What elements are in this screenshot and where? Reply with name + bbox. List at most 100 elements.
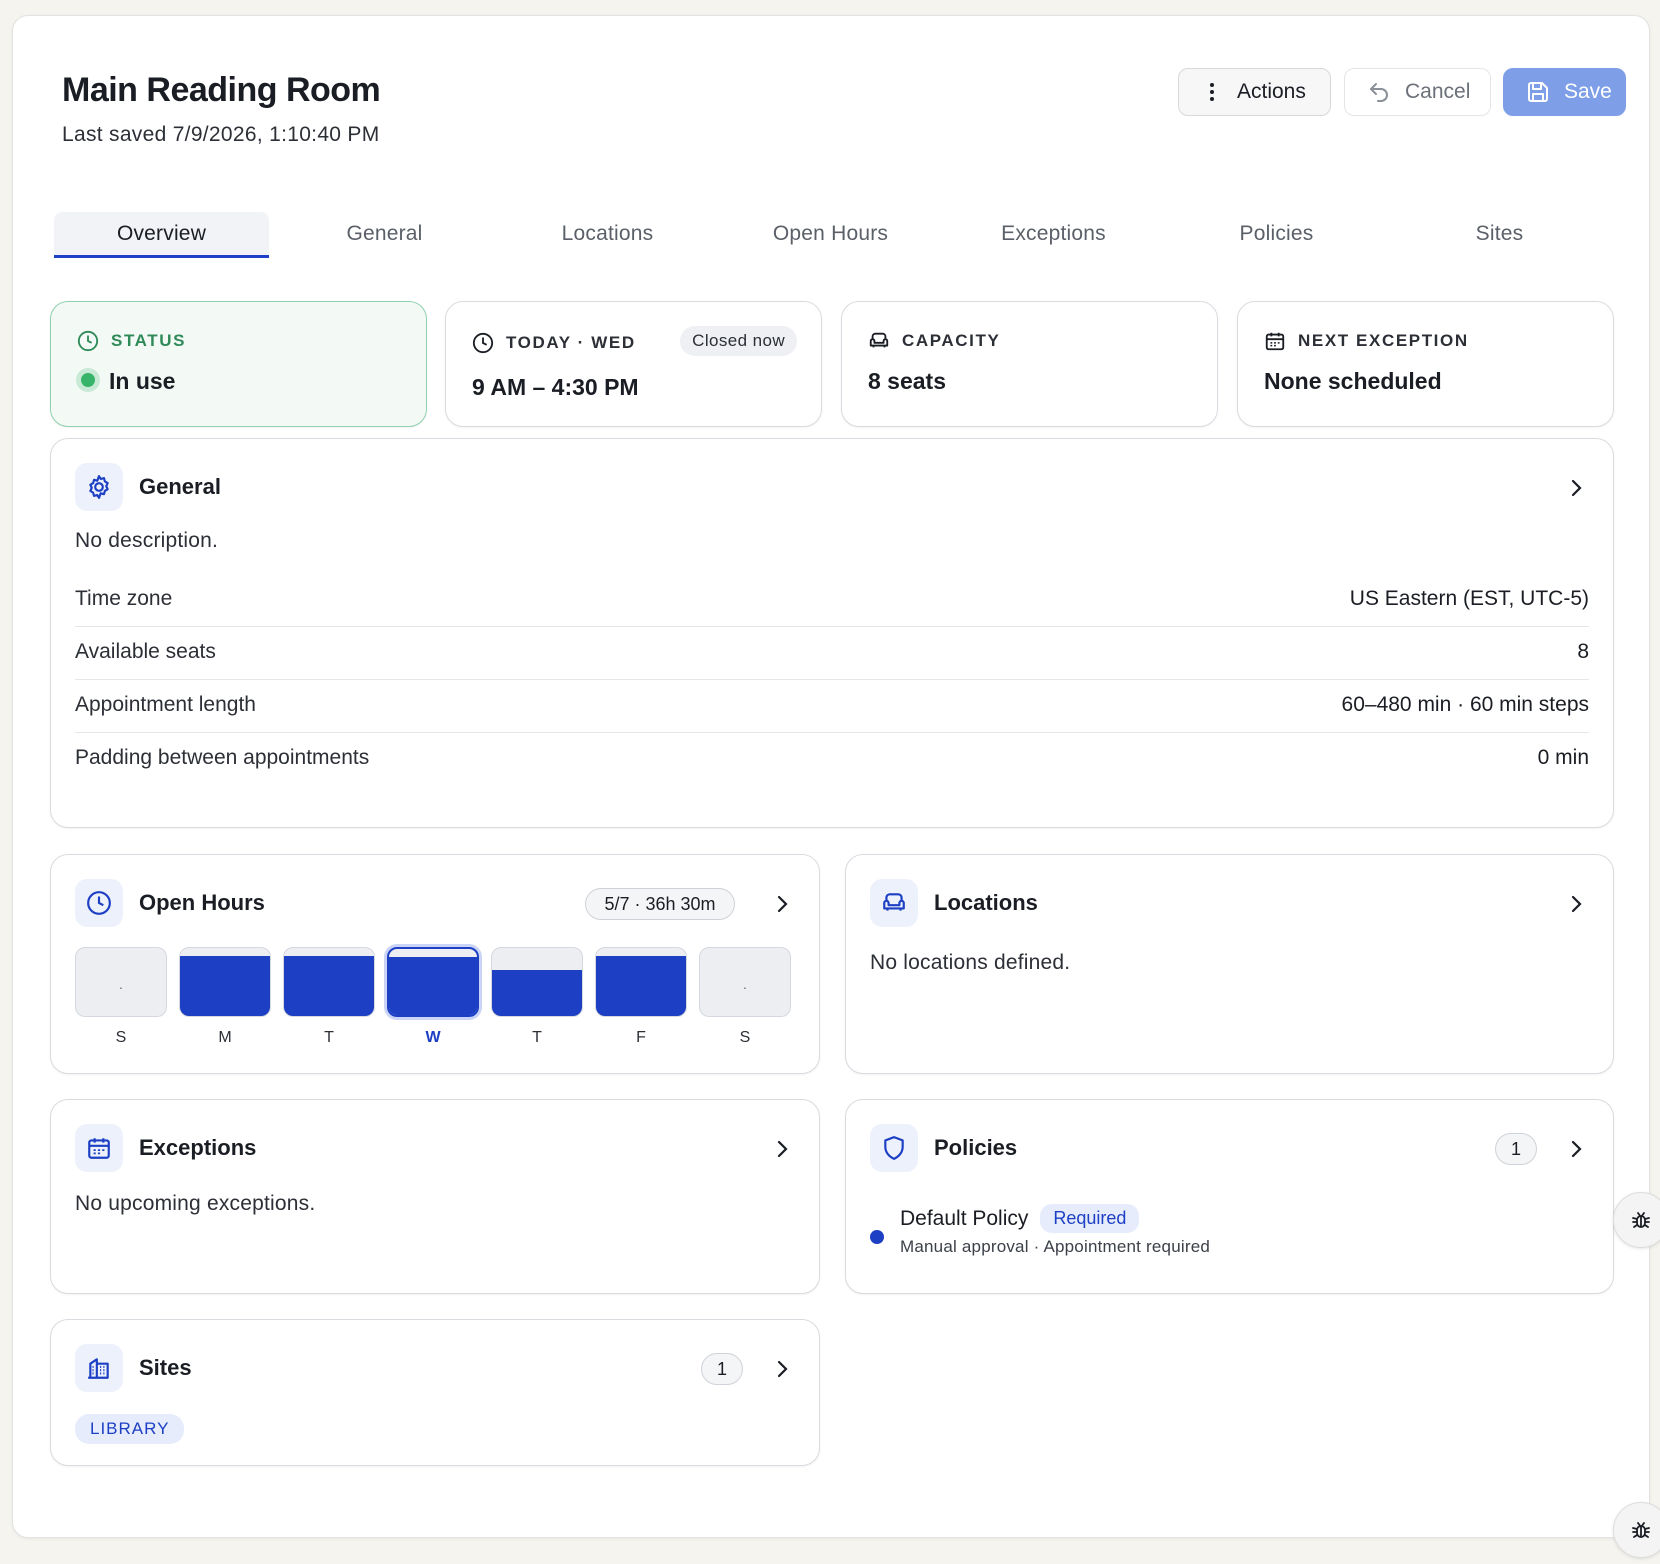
chevron-right-icon[interactable] xyxy=(775,893,789,915)
status-dot-icon xyxy=(81,373,95,387)
chevron-right-icon[interactable] xyxy=(775,1138,789,1160)
exceptions-empty-text: No upcoming exceptions. xyxy=(75,1192,316,1215)
clock-icon xyxy=(77,330,99,352)
policy-item[interactable]: Default Policy Required Manual approval … xyxy=(870,1204,1210,1257)
cancel-label: Cancel xyxy=(1405,80,1471,103)
day-hours-bar xyxy=(595,947,687,1017)
exceptions-title: Exceptions xyxy=(139,1135,257,1160)
next-exception-value: None scheduled xyxy=(1264,368,1442,394)
day-column[interactable]: W xyxy=(387,947,479,1047)
page-title: Main Reading Room xyxy=(62,71,381,109)
day-letter: S xyxy=(739,1029,751,1046)
chevron-right-icon[interactable] xyxy=(1569,477,1583,499)
general-title: General xyxy=(139,474,221,499)
day-hours-bar xyxy=(387,947,479,1017)
undo-icon xyxy=(1370,83,1388,102)
day-closed-mark: . xyxy=(743,976,747,992)
today-label: TODAY · WED xyxy=(506,333,636,352)
save-button[interactable]: Save xyxy=(1503,68,1626,116)
exceptions-section[interactable]: Exceptions No upcoming exceptions. xyxy=(50,1099,820,1294)
tab-overview[interactable]: Overview xyxy=(54,212,269,258)
status-label: STATUS xyxy=(111,331,187,350)
day-hours-fill xyxy=(180,956,270,1016)
day-column[interactable]: T xyxy=(491,947,583,1047)
day-hours-bar: . xyxy=(75,947,167,1017)
policy-meta: Manual approval · Appointment required xyxy=(900,1237,1211,1256)
more-vertical-icon xyxy=(1210,83,1214,101)
tab-open-hours[interactable]: Open Hours xyxy=(719,212,942,258)
locations-title: Locations xyxy=(934,890,1038,915)
tab-bar: Overview General Locations Open Hours Ex… xyxy=(50,212,1614,258)
day-column[interactable]: M xyxy=(179,947,271,1047)
general-description: No description. xyxy=(75,529,219,552)
clock-icon xyxy=(472,332,494,354)
general-row: Time zone US Eastern (EST, UTC-5) xyxy=(75,571,1589,627)
day-hours-fill xyxy=(492,969,582,1016)
bug-icon xyxy=(1632,1522,1650,1538)
open-hours-summary-badge: 5/7 · 36h 30m xyxy=(585,888,735,920)
day-letter: T xyxy=(532,1029,542,1046)
tab-exceptions[interactable]: Exceptions xyxy=(942,212,1165,258)
open-hours-title: Open Hours xyxy=(139,890,265,915)
policies-section[interactable]: Policies 1 Default Policy Required Manua… xyxy=(845,1099,1614,1294)
general-section[interactable]: General No description. Time zone US East… xyxy=(50,438,1614,828)
day-closed-mark: . xyxy=(119,976,123,992)
armchair-icon xyxy=(883,893,905,911)
day-letter: T xyxy=(324,1029,334,1046)
chevron-right-icon[interactable] xyxy=(775,1358,789,1380)
tab-locations[interactable]: Locations xyxy=(496,212,719,258)
day-hours-fill xyxy=(596,956,686,1016)
policy-dot-icon xyxy=(870,1230,884,1244)
cancel-button[interactable]: Cancel xyxy=(1344,68,1491,116)
status-card: STATUS In use xyxy=(50,301,427,427)
general-row: Padding between appointments 0 min xyxy=(75,746,1589,769)
calendar-icon xyxy=(88,1138,110,1159)
day-letter: S xyxy=(115,1029,127,1046)
policies-title: Policies xyxy=(934,1135,1018,1160)
next-exception-card: NEXT EXCEPTION None scheduled xyxy=(1237,301,1614,427)
sites-section[interactable]: Sites 1 LIBRARY xyxy=(50,1319,820,1466)
save-label: Save xyxy=(1564,80,1612,103)
debug-bug-button[interactable] xyxy=(1613,1502,1660,1558)
policies-count-badge: 1 xyxy=(1495,1133,1537,1165)
day-hours-fill xyxy=(284,956,374,1016)
locations-section[interactable]: Locations No locations defined. xyxy=(845,854,1614,1074)
open-hours-section[interactable]: Open Hours 5/7 · 36h 30m .SMTWTF.S xyxy=(50,854,820,1074)
main-window: Main Reading Room Last saved 7/9/2026, 1… xyxy=(12,15,1650,1538)
actions-button[interactable]: Actions xyxy=(1178,68,1331,116)
week-strip: .SMTWTF.S xyxy=(75,947,791,1047)
tab-sites[interactable]: Sites xyxy=(1388,212,1611,258)
capacity-card: CAPACITY 8 seats xyxy=(841,301,1218,427)
actions-label: Actions xyxy=(1237,80,1306,103)
sites-count-badge: 1 xyxy=(701,1353,743,1385)
day-hours-fill xyxy=(389,956,477,1015)
chevron-right-icon[interactable] xyxy=(1569,1138,1583,1160)
day-column[interactable]: .S xyxy=(699,947,791,1047)
day-hours-bar: . xyxy=(699,947,791,1017)
day-letter: W xyxy=(425,1029,441,1046)
day-hours-bar xyxy=(179,947,271,1017)
sites-title: Sites xyxy=(139,1355,192,1380)
day-column[interactable]: T xyxy=(283,947,375,1047)
clock-icon xyxy=(87,891,111,915)
tab-policies[interactable]: Policies xyxy=(1165,212,1388,258)
next-exception-label: NEXT EXCEPTION xyxy=(1298,331,1469,350)
site-chip-library[interactable]: LIBRARY xyxy=(75,1414,185,1444)
last-saved-text: Last saved 7/9/2026, 1:10:40 PM xyxy=(62,123,380,146)
day-hours-bar xyxy=(283,947,375,1017)
chevron-right-icon[interactable] xyxy=(1569,893,1583,915)
capacity-label: CAPACITY xyxy=(902,331,1001,350)
debug-bug-button[interactable] xyxy=(1613,1192,1660,1248)
day-hours-bar xyxy=(491,947,583,1017)
save-icon xyxy=(1528,82,1548,102)
locations-empty-text: No locations defined. xyxy=(870,951,1071,974)
policy-name: Default Policy xyxy=(900,1206,1029,1230)
day-column[interactable]: .S xyxy=(75,947,167,1047)
tab-general[interactable]: General xyxy=(273,212,496,258)
building-icon xyxy=(88,1358,109,1379)
required-badge: Required xyxy=(1040,1204,1140,1233)
day-column[interactable]: F xyxy=(595,947,687,1047)
gear-icon xyxy=(89,475,109,499)
armchair-icon xyxy=(869,332,889,348)
general-row: Appointment length 60–480 min · 60 min st… xyxy=(75,677,1589,733)
